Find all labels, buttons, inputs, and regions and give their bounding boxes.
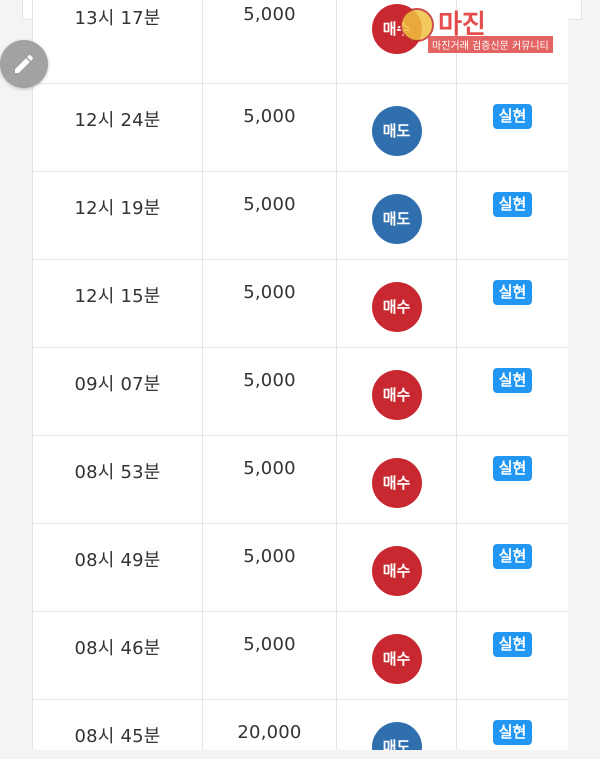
trade-quantity: 5,000 <box>243 545 296 567</box>
time-cell: 13시 17분 <box>32 0 203 84</box>
status-badge: 실현 <box>492 543 533 569</box>
time-cell: 09시 07분 <box>32 346 203 436</box>
pencil-icon <box>15 54 34 73</box>
status-cell: 실현 <box>456 434 568 524</box>
table-row: 08시 53분 5,000 매수 실현 <box>32 434 568 524</box>
status-badge: 실현 <box>492 279 533 305</box>
trade-time: 08시 46분 <box>74 637 161 659</box>
qty-cell: 5,000 <box>202 82 337 172</box>
side-badge: 매도 <box>371 721 422 750</box>
qty-cell: 20,000 <box>202 698 337 750</box>
table-row: 13시 17분 5,000 매수 <box>32 0 568 84</box>
side-badge: 매도 <box>371 105 422 156</box>
time-cell: 12시 24분 <box>32 82 203 172</box>
time-cell: 08시 49분 <box>32 522 203 612</box>
side-cell: 매수 <box>336 522 457 612</box>
time-cell: 08시 45분 <box>32 698 203 750</box>
trade-quantity: 5,000 <box>243 369 296 391</box>
trade-time: 09시 07분 <box>74 373 161 395</box>
table-row: 08시 46분 5,000 매수 실현 <box>32 610 568 700</box>
side-badge: 매수 <box>371 4 422 54</box>
trade-time: 08시 53분 <box>74 461 161 483</box>
trade-time: 12시 19분 <box>74 197 161 219</box>
trade-time: 08시 45분 <box>74 725 161 747</box>
status-badge: 실현 <box>492 631 533 657</box>
status-cell: 실현 <box>456 258 568 348</box>
status-badge: 실현 <box>492 455 533 481</box>
status-cell: 실현 <box>456 346 568 436</box>
trade-time: 12시 24분 <box>74 109 161 131</box>
status-cell <box>456 0 568 84</box>
table-row: 12시 15분 5,000 매수 실현 <box>32 258 568 348</box>
qty-cell: 5,000 <box>202 434 337 524</box>
side-cell: 매수 <box>336 0 457 84</box>
status-cell: 실현 <box>456 82 568 172</box>
time-cell: 12시 19분 <box>32 170 203 260</box>
side-cell: 매도 <box>336 82 457 172</box>
status-badge: 실현 <box>492 367 533 393</box>
table-row: 09시 07분 5,000 매수 실현 <box>32 346 568 436</box>
side-cell: 매도 <box>336 698 457 750</box>
time-cell: 12시 15분 <box>32 258 203 348</box>
trade-quantity: 5,000 <box>243 193 296 215</box>
trade-quantity: 5,000 <box>243 4 296 25</box>
status-cell: 실현 <box>456 698 568 750</box>
trade-quantity: 5,000 <box>243 457 296 479</box>
trade-quantity: 5,000 <box>243 105 296 127</box>
table-row: 12시 24분 5,000 매도 실현 <box>32 82 568 172</box>
status-badge: 실현 <box>492 191 533 217</box>
trade-time: 12시 15분 <box>74 285 161 307</box>
qty-cell: 5,000 <box>202 258 337 348</box>
trade-quantity: 5,000 <box>243 633 296 655</box>
qty-cell: 5,000 <box>202 0 337 84</box>
side-badge: 매수 <box>371 545 422 596</box>
side-badge: 매수 <box>371 457 422 508</box>
side-badge: 매수 <box>371 369 422 420</box>
qty-cell: 5,000 <box>202 610 337 700</box>
trade-history-table: 13시 17분 5,000 매수 12시 24분 5,000 매도 실현 12시… <box>32 0 568 750</box>
status-cell: 실현 <box>456 522 568 612</box>
table-row: 08시 49분 5,000 매수 실현 <box>32 522 568 612</box>
time-cell: 08시 46분 <box>32 610 203 700</box>
qty-cell: 5,000 <box>202 522 337 612</box>
trade-quantity: 20,000 <box>237 721 302 743</box>
side-cell: 매수 <box>336 346 457 436</box>
edit-fab-button[interactable] <box>0 40 48 88</box>
side-cell: 매수 <box>336 258 457 348</box>
side-cell: 매수 <box>336 434 457 524</box>
side-badge: 매수 <box>371 633 422 684</box>
trade-time: 13시 17분 <box>74 8 161 29</box>
status-cell: 실현 <box>456 610 568 700</box>
time-cell: 08시 53분 <box>32 434 203 524</box>
side-badge: 매도 <box>371 193 422 244</box>
status-badge: 실현 <box>492 719 533 745</box>
side-cell: 매수 <box>336 610 457 700</box>
side-cell: 매도 <box>336 170 457 260</box>
trade-time: 08시 49분 <box>74 549 161 571</box>
table-row: 08시 45분 20,000 매도 실현 <box>32 698 568 750</box>
qty-cell: 5,000 <box>202 170 337 260</box>
status-badge: 실현 <box>492 103 533 129</box>
qty-cell: 5,000 <box>202 346 337 436</box>
side-badge: 매수 <box>371 281 422 332</box>
table-row: 12시 19분 5,000 매도 실현 <box>32 170 568 260</box>
trade-quantity: 5,000 <box>243 281 296 303</box>
status-cell: 실현 <box>456 170 568 260</box>
